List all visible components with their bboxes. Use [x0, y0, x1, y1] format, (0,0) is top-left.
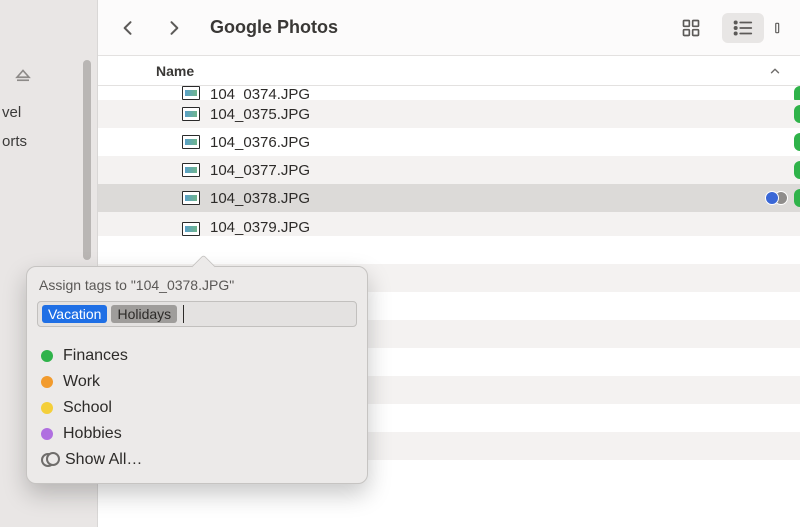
view-icons-button[interactable]: [670, 13, 712, 43]
sync-status-icon: [794, 133, 800, 151]
tag-options-list: Finances Work School Hobbies Show All…: [27, 343, 367, 473]
sync-status-icon: [794, 189, 800, 207]
file-name: 104_0379.JPG: [210, 219, 786, 236]
tag-color-dot: [41, 376, 53, 388]
tag-option-hobbies[interactable]: Hobbies: [41, 421, 353, 447]
tag-token[interactable]: Holidays: [111, 305, 177, 323]
file-name: 104_0376.JPG: [210, 134, 788, 151]
file-name: 104_0378.JPG: [210, 190, 765, 207]
file-name: 104_0375.JPG: [210, 106, 788, 123]
main-pane: Google Photos Name: [98, 0, 800, 527]
show-all-icon: [41, 453, 55, 467]
tag-option-label: Hobbies: [63, 425, 122, 443]
tag-option-work[interactable]: Work: [41, 369, 353, 395]
tag-color-dot: [41, 428, 53, 440]
forward-button[interactable]: [156, 13, 192, 43]
file-row[interactable]: 104_0374.JPG: [98, 86, 800, 100]
text-cursor: [183, 305, 184, 323]
tag-token-selected[interactable]: Vacation: [42, 305, 107, 323]
sort-indicator-icon[interactable]: [768, 64, 782, 78]
view-list-button[interactable]: [722, 13, 764, 43]
column-header-name[interactable]: Name: [156, 63, 194, 79]
tag-option-label: School: [63, 399, 112, 417]
toolbar: Google Photos: [98, 0, 800, 56]
sidebar-scrollbar-thumb[interactable]: [83, 60, 91, 260]
tag-option-school[interactable]: School: [41, 395, 353, 421]
column-header-row: Name: [98, 56, 800, 86]
image-file-icon: [182, 86, 200, 100]
image-file-icon: [182, 163, 200, 177]
file-row-selected[interactable]: 104_0378.JPG: [98, 184, 800, 212]
tag-color-dot: [41, 402, 53, 414]
file-row[interactable]: 104_0377.JPG: [98, 156, 800, 184]
sync-status-icon: [794, 161, 800, 179]
file-name: 104_0374.JPG: [210, 86, 788, 100]
tag-option-finances[interactable]: Finances: [41, 343, 353, 369]
file-row[interactable]: 104_0375.JPG: [98, 100, 800, 128]
sync-status-icon: [765, 191, 788, 205]
tag-option-label: Show All…: [65, 451, 142, 469]
tag-option-label: Finances: [63, 347, 128, 365]
tags-input[interactable]: Vacation Holidays: [37, 301, 357, 327]
window-title: Google Photos: [210, 17, 660, 38]
image-file-icon: [182, 222, 200, 236]
eject-icon[interactable]: [14, 66, 32, 84]
tag-option-show-all[interactable]: Show All…: [41, 447, 353, 473]
sync-status-icon: [794, 105, 800, 123]
file-row[interactable]: 104_0379.JPG: [98, 212, 800, 236]
tags-popover: Assign tags to "104_0378.JPG" Vacation H…: [26, 266, 368, 484]
back-button[interactable]: [110, 13, 146, 43]
image-file-icon: [182, 107, 200, 121]
file-row[interactable]: 104_0376.JPG: [98, 128, 800, 156]
sync-status-icon: [794, 86, 800, 100]
tag-color-dot: [41, 350, 53, 362]
image-file-icon: [182, 191, 200, 205]
file-name: 104_0377.JPG: [210, 162, 788, 179]
image-file-icon: [182, 135, 200, 149]
tag-option-label: Work: [63, 373, 100, 391]
view-columns-button[interactable]: [774, 13, 788, 43]
popover-title: Assign tags to "104_0378.JPG": [27, 277, 367, 301]
